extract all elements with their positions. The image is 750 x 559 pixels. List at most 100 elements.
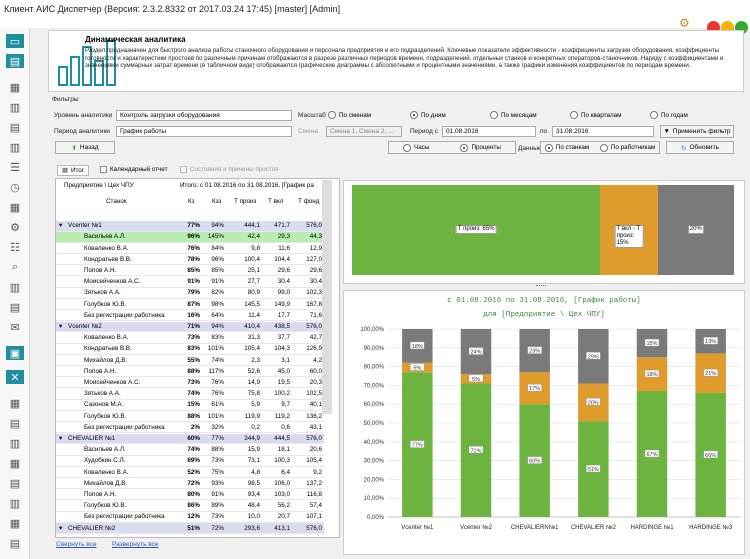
- mail-icon[interactable]: ✉: [6, 320, 24, 334]
- scale-quarters-radio[interactable]: По кварталам: [570, 111, 622, 119]
- shifts-select[interactable]: Смена 1, Смена 2, ...: [326, 126, 402, 137]
- group-row[interactable]: CHEVALIER №2 51% 72% 293,6 413,1 576,0 ▾: [56, 523, 324, 534]
- settings-icon[interactable]: ▣: [6, 346, 24, 360]
- hours-radio[interactable]: Часы: [403, 143, 429, 152]
- level-select[interactable]: Контроль загрузки оборудования: [116, 110, 292, 121]
- column-header-tv[interactable]: Т вкл: [268, 198, 283, 205]
- checkbox[interactable]: [180, 166, 187, 173]
- cell-tf: 12,9: [309, 244, 322, 252]
- to-date[interactable]: 31.08.2016: [552, 126, 654, 137]
- refresh-button[interactable]: ↻ Обновить: [666, 141, 734, 154]
- expand-all-link[interactable]: Развернуть все: [112, 541, 159, 548]
- table-row[interactable]: Голубков Ю.В. 86% 89% 48,4 56,2 57,4: [56, 501, 324, 512]
- export-icon[interactable]: ▤: [6, 476, 24, 490]
- table-row[interactable]: Моисейченков А.С. 73% 76% 14,9 19,5 20,3: [56, 378, 324, 389]
- table-row[interactable]: Кондратьев В.В. 78% 96% 100,4 104,4 127,0: [56, 255, 324, 266]
- back-button[interactable]: ⬆ Назад: [55, 141, 115, 154]
- tab-states[interactable]: Состояния и причины простоя: [180, 166, 279, 173]
- column-header-tf[interactable]: Т фонд: [298, 198, 319, 205]
- page-icon[interactable]: ▥: [6, 496, 24, 510]
- table-row[interactable]: Михайлов Д.В. 72% 93% 98,5 106,0 137,2: [56, 479, 324, 490]
- tools-icon[interactable]: ✕: [6, 370, 24, 384]
- cell-tv: 6,4: [281, 468, 290, 476]
- cell-tp: 145,5: [244, 300, 260, 308]
- expand-toggle-icon[interactable]: ▾: [59, 222, 62, 229]
- table-row[interactable]: Васильев А.Л. 96% 145% 42,4 29,3 44,3: [56, 232, 324, 243]
- table-row[interactable]: Коваленко В.А. 73% 83% 31,3 37,7 42,7: [56, 333, 324, 344]
- from-date[interactable]: 01.08.2016: [442, 126, 536, 137]
- table-row[interactable]: Зятьков А.А. 74% 76% 75,8 100,2 102,5: [56, 389, 324, 400]
- chart-icon[interactable]: ▤: [6, 54, 24, 68]
- grid-icon[interactable]: ▦: [6, 200, 24, 214]
- monitor-icon[interactable]: ▭: [6, 34, 24, 48]
- table-row[interactable]: Зятьков А.А. 79% 82% 80,9 99,0 102,3: [56, 288, 324, 299]
- column-header-kz[interactable]: Кз: [188, 198, 195, 205]
- table-row[interactable]: Кондратьев В.В. 83% 101% 105,4 104,3 126,9: [56, 344, 324, 355]
- tab-calendar[interactable]: Календарный отчет: [100, 166, 167, 173]
- column-header-tp[interactable]: Т произ: [234, 198, 256, 205]
- cell-tf: 43,1: [309, 423, 322, 431]
- table-row[interactable]: Попов А.Н. 80% 91% 93,4 103,0 116,8: [56, 490, 324, 501]
- group-row[interactable]: Vcenter №2 71% 94% 410,4 438,5 576,0 ▾: [56, 321, 324, 333]
- expand-toggle-icon[interactable]: ▾: [59, 323, 62, 330]
- table-row[interactable]: Моисейченков А.С. 91% 91% 27,7 30,4 30,4: [56, 277, 324, 288]
- percent-radio[interactable]: Проценты: [460, 143, 501, 152]
- table-row[interactable]: Попов А.Н. 88% 117% 52,6 45,0 60,0: [56, 367, 324, 378]
- table-row[interactable]: Худобкин С.Л. 69% 73% 73,1 100,3 105,4: [56, 456, 324, 467]
- database-icon[interactable]: ▤: [6, 300, 24, 314]
- print-icon[interactable]: ▤: [6, 416, 24, 430]
- table-row[interactable]: Сазонов М.А. 15% 61% 5,9 9,7 40,1: [56, 400, 324, 411]
- tab-total[interactable]: ▦ Итог: [57, 165, 90, 176]
- splitter[interactable]: [536, 285, 546, 288]
- grid-scrollbar[interactable]: [322, 180, 332, 414]
- cell-tf: 102,5: [306, 390, 322, 398]
- table-row[interactable]: Голубков Ю.В. 87% 98% 145,5 149,9 167,8: [56, 299, 324, 310]
- table-row[interactable]: Без регистрации работника 2% 32% 0,2 0,6 43,1: [56, 423, 324, 434]
- file-icon[interactable]: ▤: [6, 536, 24, 550]
- users-icon[interactable]: ☷: [6, 240, 24, 254]
- table-row[interactable]: Васильев А.Л. 74% 88% 15,9 18,1 20,6: [56, 445, 324, 456]
- by-worker-radio[interactable]: По работникам: [599, 143, 655, 152]
- bar-chart-icon[interactable]: ▥: [6, 140, 24, 154]
- document-icon[interactable]: ▥: [6, 100, 24, 114]
- summary-segment-label: 20%: [687, 224, 704, 234]
- stats-icon[interactable]: ▥: [6, 280, 24, 294]
- expand-toggle-icon[interactable]: ▾: [59, 435, 62, 442]
- clock-icon[interactable]: ◷: [6, 180, 24, 194]
- column-header-kzz[interactable]: Кзз: [212, 198, 221, 205]
- scale-days-radio[interactable]: По дням: [410, 111, 446, 119]
- by-machine-radio[interactable]: По станкам: [544, 143, 589, 152]
- column-header-machine[interactable]: Станок: [106, 198, 127, 205]
- table-row[interactable]: Без регистрации работника 12% 73% 10,0 20,7 1…: [56, 512, 324, 523]
- expand-toggle-icon[interactable]: ▾: [59, 525, 62, 532]
- table-icon[interactable]: ▤: [6, 120, 24, 134]
- user-gear-icon[interactable]: ⚙: [679, 16, 693, 30]
- scale-shifts-radio[interactable]: По сменам: [328, 111, 371, 119]
- table-row[interactable]: Голубков Ю.В. 88% 101% 119,9 119,2 136,2: [56, 411, 324, 422]
- search-icon[interactable]: ⌕: [6, 260, 24, 274]
- folder-icon[interactable]: ▦: [6, 516, 24, 530]
- calendar-icon[interactable]: ▦: [6, 396, 24, 410]
- scale-years-radio[interactable]: По годам: [650, 111, 688, 119]
- period-select[interactable]: График работы: [116, 126, 292, 137]
- collapse-all-link[interactable]: Свернуть все: [56, 541, 97, 548]
- group-row[interactable]: CHEVALIER №1 60% 77% 344,9 444,5 576,0 ▾: [56, 433, 324, 445]
- table-row[interactable]: Коваленко В.А. 76% 84% 9,8 11,6 12,9: [56, 243, 324, 254]
- group-row[interactable]: Vcenter №1 77% 94% 444,1 471,7 576,0 ▾: [56, 221, 324, 232]
- table-row[interactable]: Попов А.Н. 85% 85% 25,1 29,6 29,6: [56, 266, 324, 277]
- info-icon[interactable]: ▦: [6, 456, 24, 470]
- table-row[interactable]: Коваленко В.А. 52% 75% 4,8 6,4 9,2: [56, 467, 324, 478]
- gear-icon[interactable]: ⚙: [6, 220, 24, 234]
- table-row[interactable]: Без регистрации работника 16% 64% 11,4 17,7 7…: [56, 311, 324, 322]
- scale-months-radio[interactable]: По месяцам: [490, 111, 537, 119]
- cell-tv: 119,2: [274, 412, 290, 420]
- report-icon[interactable]: ▦: [6, 80, 24, 94]
- checkbox[interactable]: [100, 166, 107, 173]
- data-label: 17%: [529, 386, 540, 392]
- list-icon[interactable]: ☰: [6, 160, 24, 174]
- cell-tp: 293,6: [244, 524, 260, 532]
- apply-filter-button[interactable]: ▼ Применить фильтр: [660, 125, 734, 138]
- archive-icon[interactable]: ▥: [6, 436, 24, 450]
- cell-tf: 30,4: [309, 278, 322, 286]
- table-row[interactable]: Михайлов Д.В. 55% 74% 2,3 3,1 4,2: [56, 355, 324, 366]
